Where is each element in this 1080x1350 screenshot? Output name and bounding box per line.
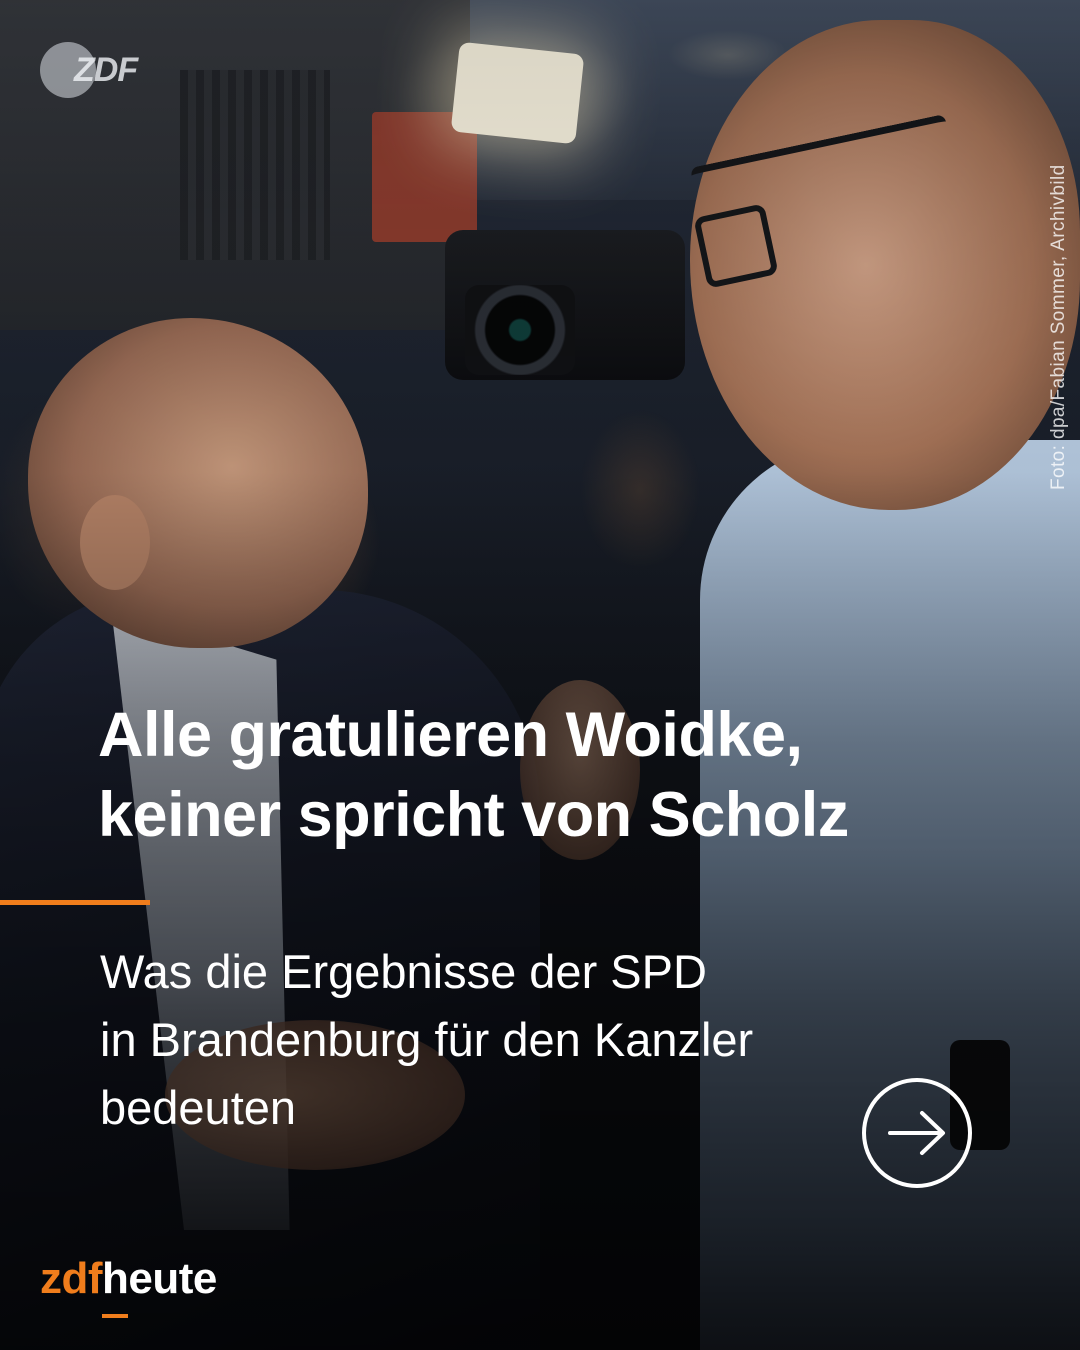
post-card: ZDF Foto: dpa/Fabian Sommer, Archivbild …	[0, 0, 1080, 1350]
logo-heute-part: heute	[102, 1254, 217, 1318]
photo-credit: Foto: dpa/Fabian Sommer, Archivbild	[1028, 40, 1069, 490]
logo-zdf-part: zdf	[40, 1254, 103, 1303]
arrow-right-circle-icon[interactable]	[862, 1078, 972, 1188]
subline-line-2: in Brandenburg für den Kanzler	[100, 1013, 754, 1066]
headline: Alle gratulieren Woidke, keiner spricht …	[98, 695, 1058, 855]
zdf-watermark-text: ZDF	[74, 50, 138, 89]
accent-divider	[0, 900, 150, 905]
photo-credit-text: Foto: dpa/Fabian Sommer, Archivbild	[1048, 164, 1069, 490]
logo-heute-text: heute	[102, 1254, 217, 1303]
logo-underline	[102, 1314, 129, 1318]
subline: Was die Ergebnisse der SPD in Brandenbur…	[100, 938, 1000, 1142]
arrow-right-icon	[888, 1111, 945, 1155]
headline-line-1: Alle gratulieren Woidke,	[98, 700, 803, 770]
zdfheute-logo: zdf heute	[40, 1254, 217, 1318]
subline-line-1: Was die Ergebnisse der SPD	[100, 945, 707, 998]
zdf-watermark: ZDF	[40, 42, 138, 98]
headline-line-2: keiner spricht von Scholz	[98, 780, 849, 850]
